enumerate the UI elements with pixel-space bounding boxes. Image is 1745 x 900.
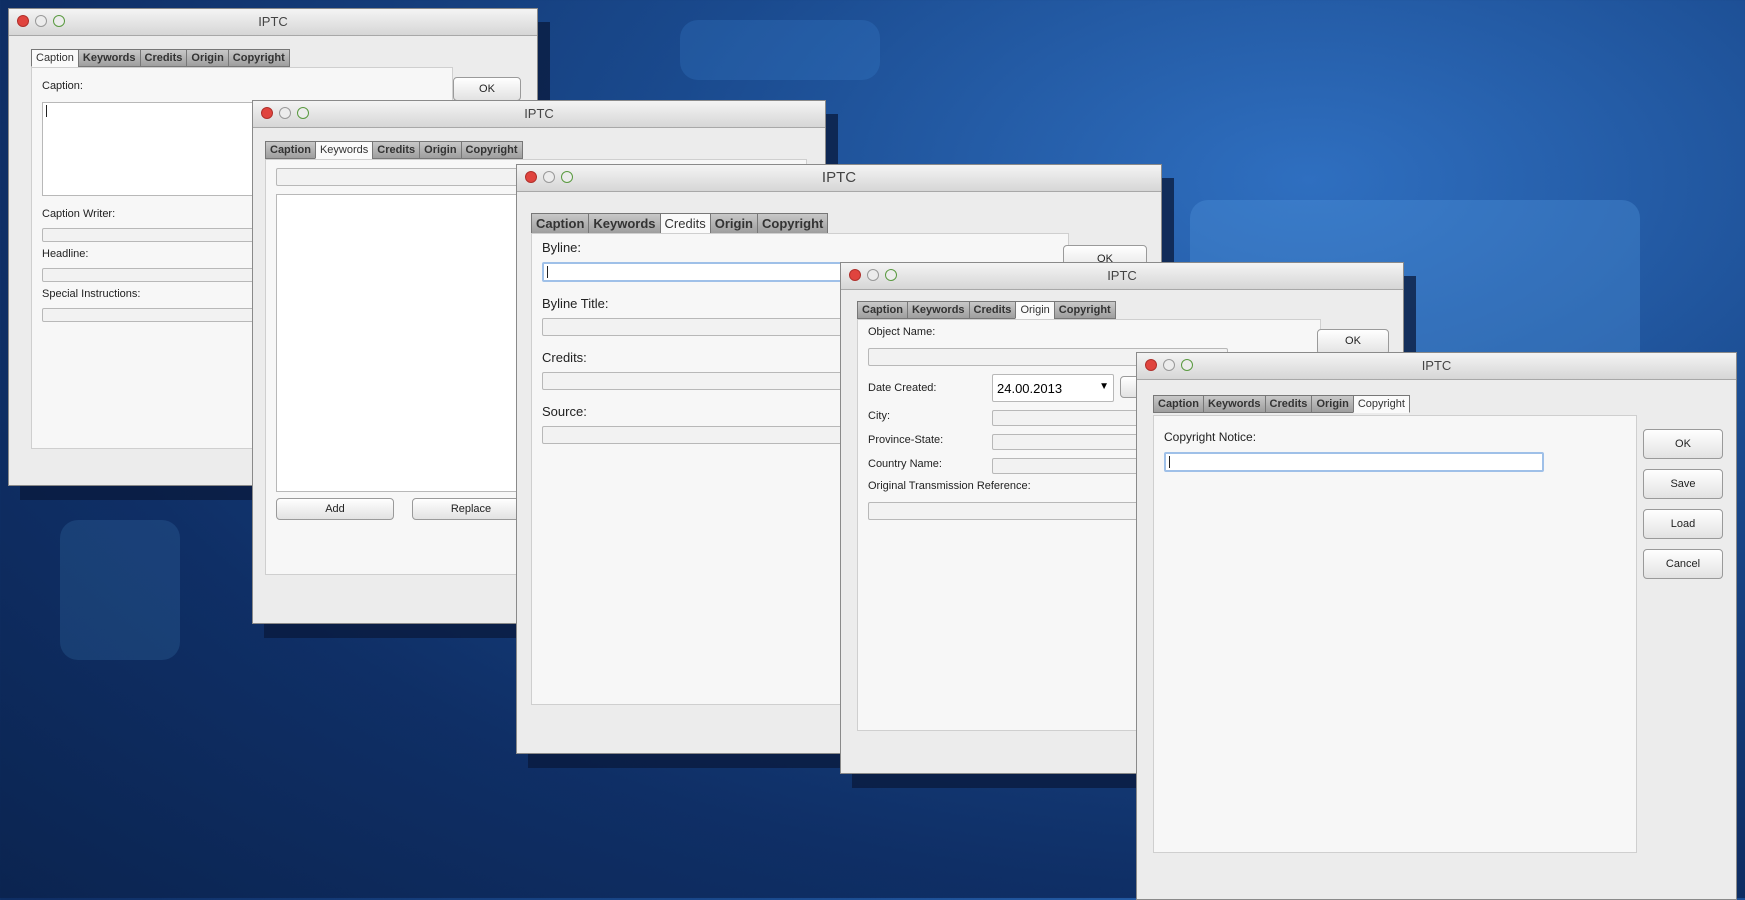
copyright-notice-field[interactable] — [1164, 452, 1544, 472]
tab-caption[interactable]: Caption — [31, 49, 79, 67]
caption-writer-label: Caption Writer: — [42, 208, 116, 220]
ok-button[interactable]: OK — [1643, 429, 1723, 459]
tab-copyright[interactable]: Copyright — [1352, 395, 1410, 413]
tab-keywords[interactable]: Keywords — [314, 141, 374, 159]
window-title: IPTC — [821, 169, 857, 186]
window-titlebar[interactable]: IPTC — [9, 9, 537, 36]
tab-origin[interactable]: Origin — [1311, 395, 1354, 413]
object-name-label: Object Name: — [868, 326, 936, 338]
background-tile — [60, 520, 180, 660]
tab-copyright[interactable]: Copyright — [460, 141, 523, 159]
tab-keywords[interactable]: Keywords — [588, 213, 661, 234]
text-caret — [46, 105, 47, 117]
window-title: IPTC — [1107, 268, 1137, 283]
text-caret — [547, 266, 548, 278]
date-created-value: 24.00.2013 — [997, 381, 1063, 396]
minimize-button-icon[interactable] — [279, 107, 291, 119]
minimize-button-icon[interactable] — [867, 269, 879, 281]
tab-caption[interactable]: Caption — [1153, 395, 1204, 413]
date-created-label: Date Created: — [868, 382, 937, 394]
city-label: City: — [868, 410, 890, 422]
minimize-button-icon[interactable] — [543, 171, 555, 183]
close-button-icon[interactable] — [17, 15, 29, 27]
replace-keyword-button[interactable]: Replace — [412, 498, 530, 520]
tab-origin[interactable]: Origin — [1015, 301, 1055, 319]
tab-origin[interactable]: Origin — [186, 49, 229, 67]
ok-button[interactable]: OK — [453, 77, 521, 101]
zoom-button-icon[interactable] — [1181, 359, 1193, 371]
tab-credits[interactable]: Credits — [659, 213, 711, 234]
zoom-button-icon[interactable] — [297, 107, 309, 119]
tab-origin[interactable]: Origin — [419, 141, 462, 159]
original-transmission-reference-label: Original Transmission Reference: — [868, 480, 1031, 492]
date-created-picker[interactable]: 24.00.2013 ▼ — [992, 374, 1114, 402]
iptc-window-copyright: IPTC Caption Keywords Credits Origin Cop… — [1136, 352, 1737, 900]
caption-label: Caption: — [42, 80, 83, 92]
tab-copyright[interactable]: Copyright — [227, 49, 290, 67]
special-instructions-label: Special Instructions: — [42, 288, 141, 300]
credits-label: Credits: — [542, 350, 587, 365]
tab-keywords[interactable]: Keywords — [906, 301, 970, 319]
close-button-icon[interactable] — [1145, 359, 1157, 371]
zoom-button-icon[interactable] — [53, 15, 65, 27]
minimize-button-icon[interactable] — [1163, 359, 1175, 371]
text-caret — [1169, 456, 1170, 468]
source-label: Source: — [542, 404, 587, 419]
minimize-button-icon[interactable] — [35, 15, 47, 27]
zoom-button-icon[interactable] — [561, 171, 573, 183]
headline-label: Headline: — [42, 248, 89, 260]
zoom-button-icon[interactable] — [885, 269, 897, 281]
cancel-button[interactable]: Cancel — [1643, 549, 1723, 579]
country-name-label: Country Name: — [868, 458, 942, 470]
window-titlebar[interactable]: IPTC — [517, 165, 1161, 192]
copyright-notice-label: Copyright Notice: — [1164, 430, 1257, 444]
tab-keywords[interactable]: Keywords — [77, 49, 141, 67]
close-button-icon[interactable] — [849, 269, 861, 281]
chevron-down-icon: ▼ — [1099, 381, 1109, 392]
tab-credits[interactable]: Credits — [372, 141, 421, 159]
background-tile — [680, 20, 880, 80]
close-button-icon[interactable] — [261, 107, 273, 119]
window-title: IPTC — [524, 106, 554, 121]
copyright-panel: Copyright Notice: — [1153, 415, 1637, 853]
byline-title-label: Byline Title: — [542, 296, 609, 311]
tab-caption[interactable]: Caption — [531, 213, 590, 234]
tab-credits[interactable]: Credits — [1264, 395, 1313, 413]
province-state-label: Province-State: — [868, 434, 944, 446]
add-keyword-button[interactable]: Add — [276, 498, 394, 520]
close-button-icon[interactable] — [525, 171, 537, 183]
load-button[interactable]: Load — [1643, 509, 1723, 539]
window-titlebar[interactable]: IPTC — [841, 263, 1403, 290]
byline-label: Byline: — [542, 240, 582, 255]
tab-caption[interactable]: Caption — [857, 301, 908, 319]
tab-origin[interactable]: Origin — [709, 213, 758, 234]
tab-credits[interactable]: Credits — [968, 301, 1017, 319]
window-title: IPTC — [1421, 358, 1452, 373]
tab-copyright[interactable]: Copyright — [757, 213, 829, 234]
save-button[interactable]: Save — [1643, 469, 1723, 499]
tab-caption[interactable]: Caption — [265, 141, 316, 159]
tab-keywords[interactable]: Keywords — [1202, 395, 1266, 413]
window-titlebar[interactable]: IPTC — [1137, 353, 1736, 380]
tab-credits[interactable]: Credits — [139, 49, 188, 67]
window-titlebar[interactable]: IPTC — [253, 101, 825, 128]
window-title: IPTC — [258, 14, 288, 29]
tab-copyright[interactable]: Copyright — [1053, 301, 1116, 319]
